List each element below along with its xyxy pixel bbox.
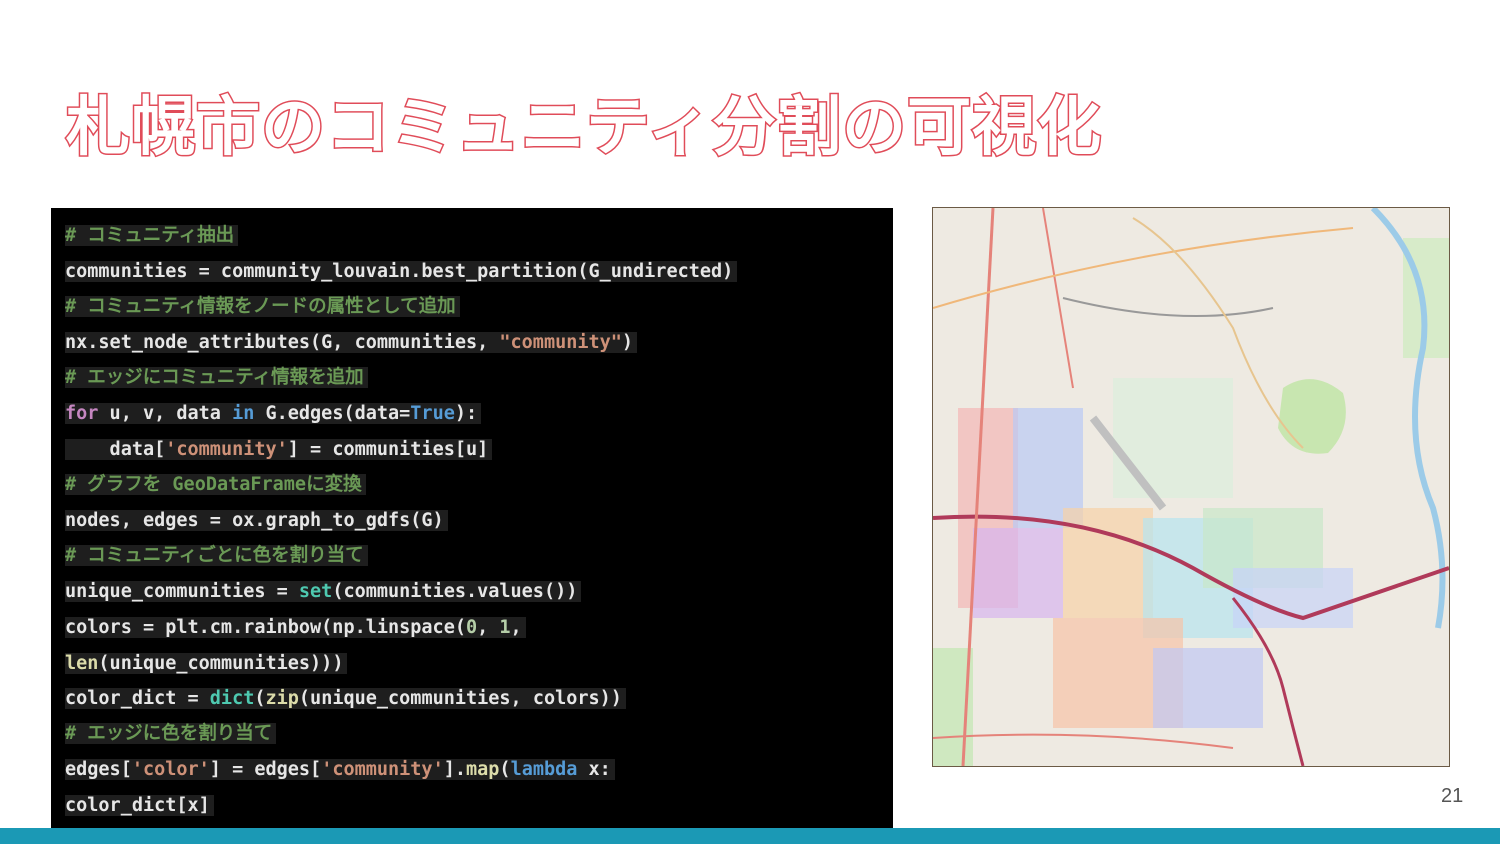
code-line-1: # コミュニティ抽出: [65, 223, 239, 249]
code-line-13: len(unique_communities))): [65, 651, 348, 677]
code-line-12: colors = plt.cm.rainbow(np.linspace(0, 1…: [65, 615, 526, 641]
code-text: edges['color'] = edges['community'].map(…: [65, 759, 615, 780]
comment: # コミュニティごとに色を割り当て: [65, 545, 368, 566]
code-line-11: unique_communities = set(communities.val…: [65, 579, 582, 605]
comment: # コミュニティ抽出: [65, 225, 239, 246]
comment: # エッジに色を割り当て: [65, 723, 277, 744]
comment: # エッジにコミュニティ情報を追加: [65, 367, 368, 388]
page-number: 21: [1441, 785, 1464, 807]
code-line-10: # コミュニティごとに色を割り当て: [65, 543, 368, 569]
code-line-5: # エッジにコミュニティ情報を追加: [65, 365, 368, 391]
community-area: [1153, 648, 1263, 728]
comment: # グラフを GeoDataFrameに変換: [65, 474, 366, 495]
community-area: [1113, 378, 1233, 498]
code-text: len(unique_communities))): [65, 653, 348, 674]
slide-title: 札幌市のコミュニティ分割の可視化: [64, 90, 1103, 167]
comment: # コミュニティ情報をノードの属性として追加: [65, 296, 460, 317]
code-line-2: communities = community_louvain.best_par…: [65, 259, 738, 285]
code-line-6: for u, v, data in G.edges(data=True):: [65, 401, 482, 427]
community-area: [973, 528, 1063, 618]
code-line-15: # エッジに色を割り当て: [65, 721, 277, 747]
code-text: nx.set_node_attributes(G, communities, "…: [65, 332, 638, 353]
code-text: for u, v, data in G.edges(data=True):: [65, 403, 482, 424]
code-text: communities = community_louvain.best_par…: [65, 261, 738, 282]
code-line-17: color_dict[x]: [65, 793, 214, 819]
code-block: # コミュニティ抽出 communities = community_louva…: [51, 208, 893, 844]
code-text: colors = plt.cm.rainbow(np.linspace(0, 1…: [65, 617, 526, 638]
community-map-image: [932, 207, 1450, 767]
code-text: unique_communities = set(communities.val…: [65, 581, 582, 602]
footer-bar: [0, 828, 1500, 844]
code-line-9: nodes, edges = ox.graph_to_gdfs(G): [65, 508, 448, 534]
code-line-4: nx.set_node_attributes(G, communities, "…: [65, 330, 638, 356]
map-svg: [933, 208, 1449, 766]
code-line-14: color_dict = dict(zip(unique_communities…: [65, 686, 626, 712]
code-line-8: # グラフを GeoDataFrameに変換: [65, 472, 366, 498]
code-text: data['community'] = communities[u]: [65, 439, 493, 460]
code-text: color_dict[x]: [65, 795, 214, 816]
code-line-16: edges['color'] = edges['community'].map(…: [65, 757, 615, 783]
code-line-7: data['community'] = communities[u]: [65, 437, 493, 463]
code-text: color_dict = dict(zip(unique_communities…: [65, 688, 626, 709]
code-line-3: # コミュニティ情報をノードの属性として追加: [65, 294, 460, 320]
code-text: nodes, edges = ox.graph_to_gdfs(G): [65, 510, 448, 531]
